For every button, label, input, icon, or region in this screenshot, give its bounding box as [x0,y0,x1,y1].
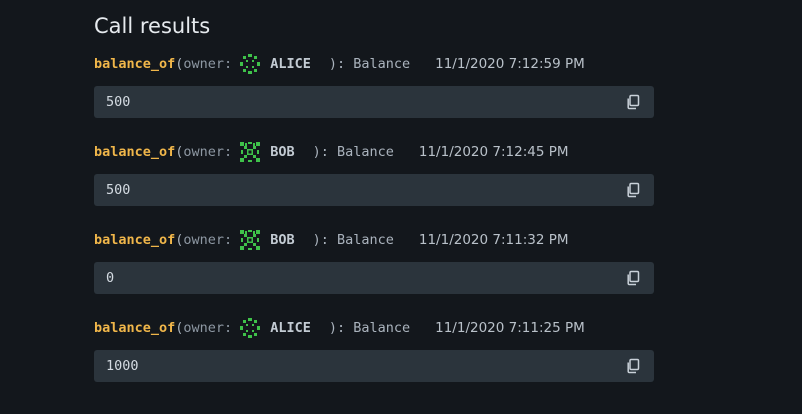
call-result: balance_of(owner: BOB ): Balance 11/1/202… [94,230,654,294]
alice-identicon-icon [240,318,261,338]
bob-identicon-icon [240,142,261,162]
result-value: 1000 [106,358,139,374]
call-result: balance_of(owner: ALICE ): Balance 11/1/2… [94,318,654,382]
call-signature: balance_of(owner: BOB ): Balance 11/1/202… [94,230,654,250]
return-type: ): Balance [328,320,411,336]
result-value-box: 0 [94,262,654,294]
copy-icon[interactable] [625,358,641,374]
open-paren: ( [175,144,184,160]
call-signature: balance_of(owner: BOB ): Balance 11/1/202… [94,142,654,162]
param-name: owner: [183,232,233,248]
bob-identicon-icon [240,230,261,250]
result-value-box: 500 [94,174,654,206]
open-paren: ( [175,320,184,336]
call-signature: balance_of(owner: ALICE ): Balance 11/1/2… [94,318,654,338]
return-type: ): Balance [312,144,394,160]
copy-icon[interactable] [625,182,641,198]
timestamp: 11/1/2020 7:12:59 PM [435,56,585,72]
return-type: ): Balance [328,56,411,72]
param-name: owner: [183,320,233,336]
account-name: ALICE [270,320,311,336]
call-signature: balance_of(owner: ALICE ): Balance 11/1/2… [94,54,654,74]
result-value-box: 1000 [94,350,654,382]
result-value: 0 [106,270,115,286]
result-value: 500 [106,182,131,198]
timestamp: 11/1/2020 7:11:32 PM [418,232,569,248]
result-value-box: 500 [94,86,654,118]
param-name: owner: [183,56,233,72]
function-name: balance_of [94,56,176,72]
open-paren: ( [175,56,184,72]
copy-icon[interactable] [625,94,641,110]
result-value: 500 [106,94,131,110]
account-name: BOB [270,232,295,248]
open-paren: ( [175,232,184,248]
alice-identicon-icon [240,54,261,74]
param-name: owner: [183,144,233,160]
call-result: balance_of(owner: ALICE ): Balance 11/1/2… [94,54,654,118]
timestamp: 11/1/2020 7:11:25 PM [435,320,585,336]
function-name: balance_of [94,144,176,160]
call-result: balance_of(owner: BOB ): Balance 11/1/202… [94,142,654,206]
return-type: ): Balance [312,232,394,248]
account-name: BOB [270,144,295,160]
timestamp: 11/1/2020 7:12:45 PM [418,144,569,160]
function-name: balance_of [94,320,176,336]
function-name: balance_of [94,232,176,248]
page-title: Call results [94,14,211,38]
copy-icon[interactable] [625,270,641,286]
account-name: ALICE [270,56,311,72]
